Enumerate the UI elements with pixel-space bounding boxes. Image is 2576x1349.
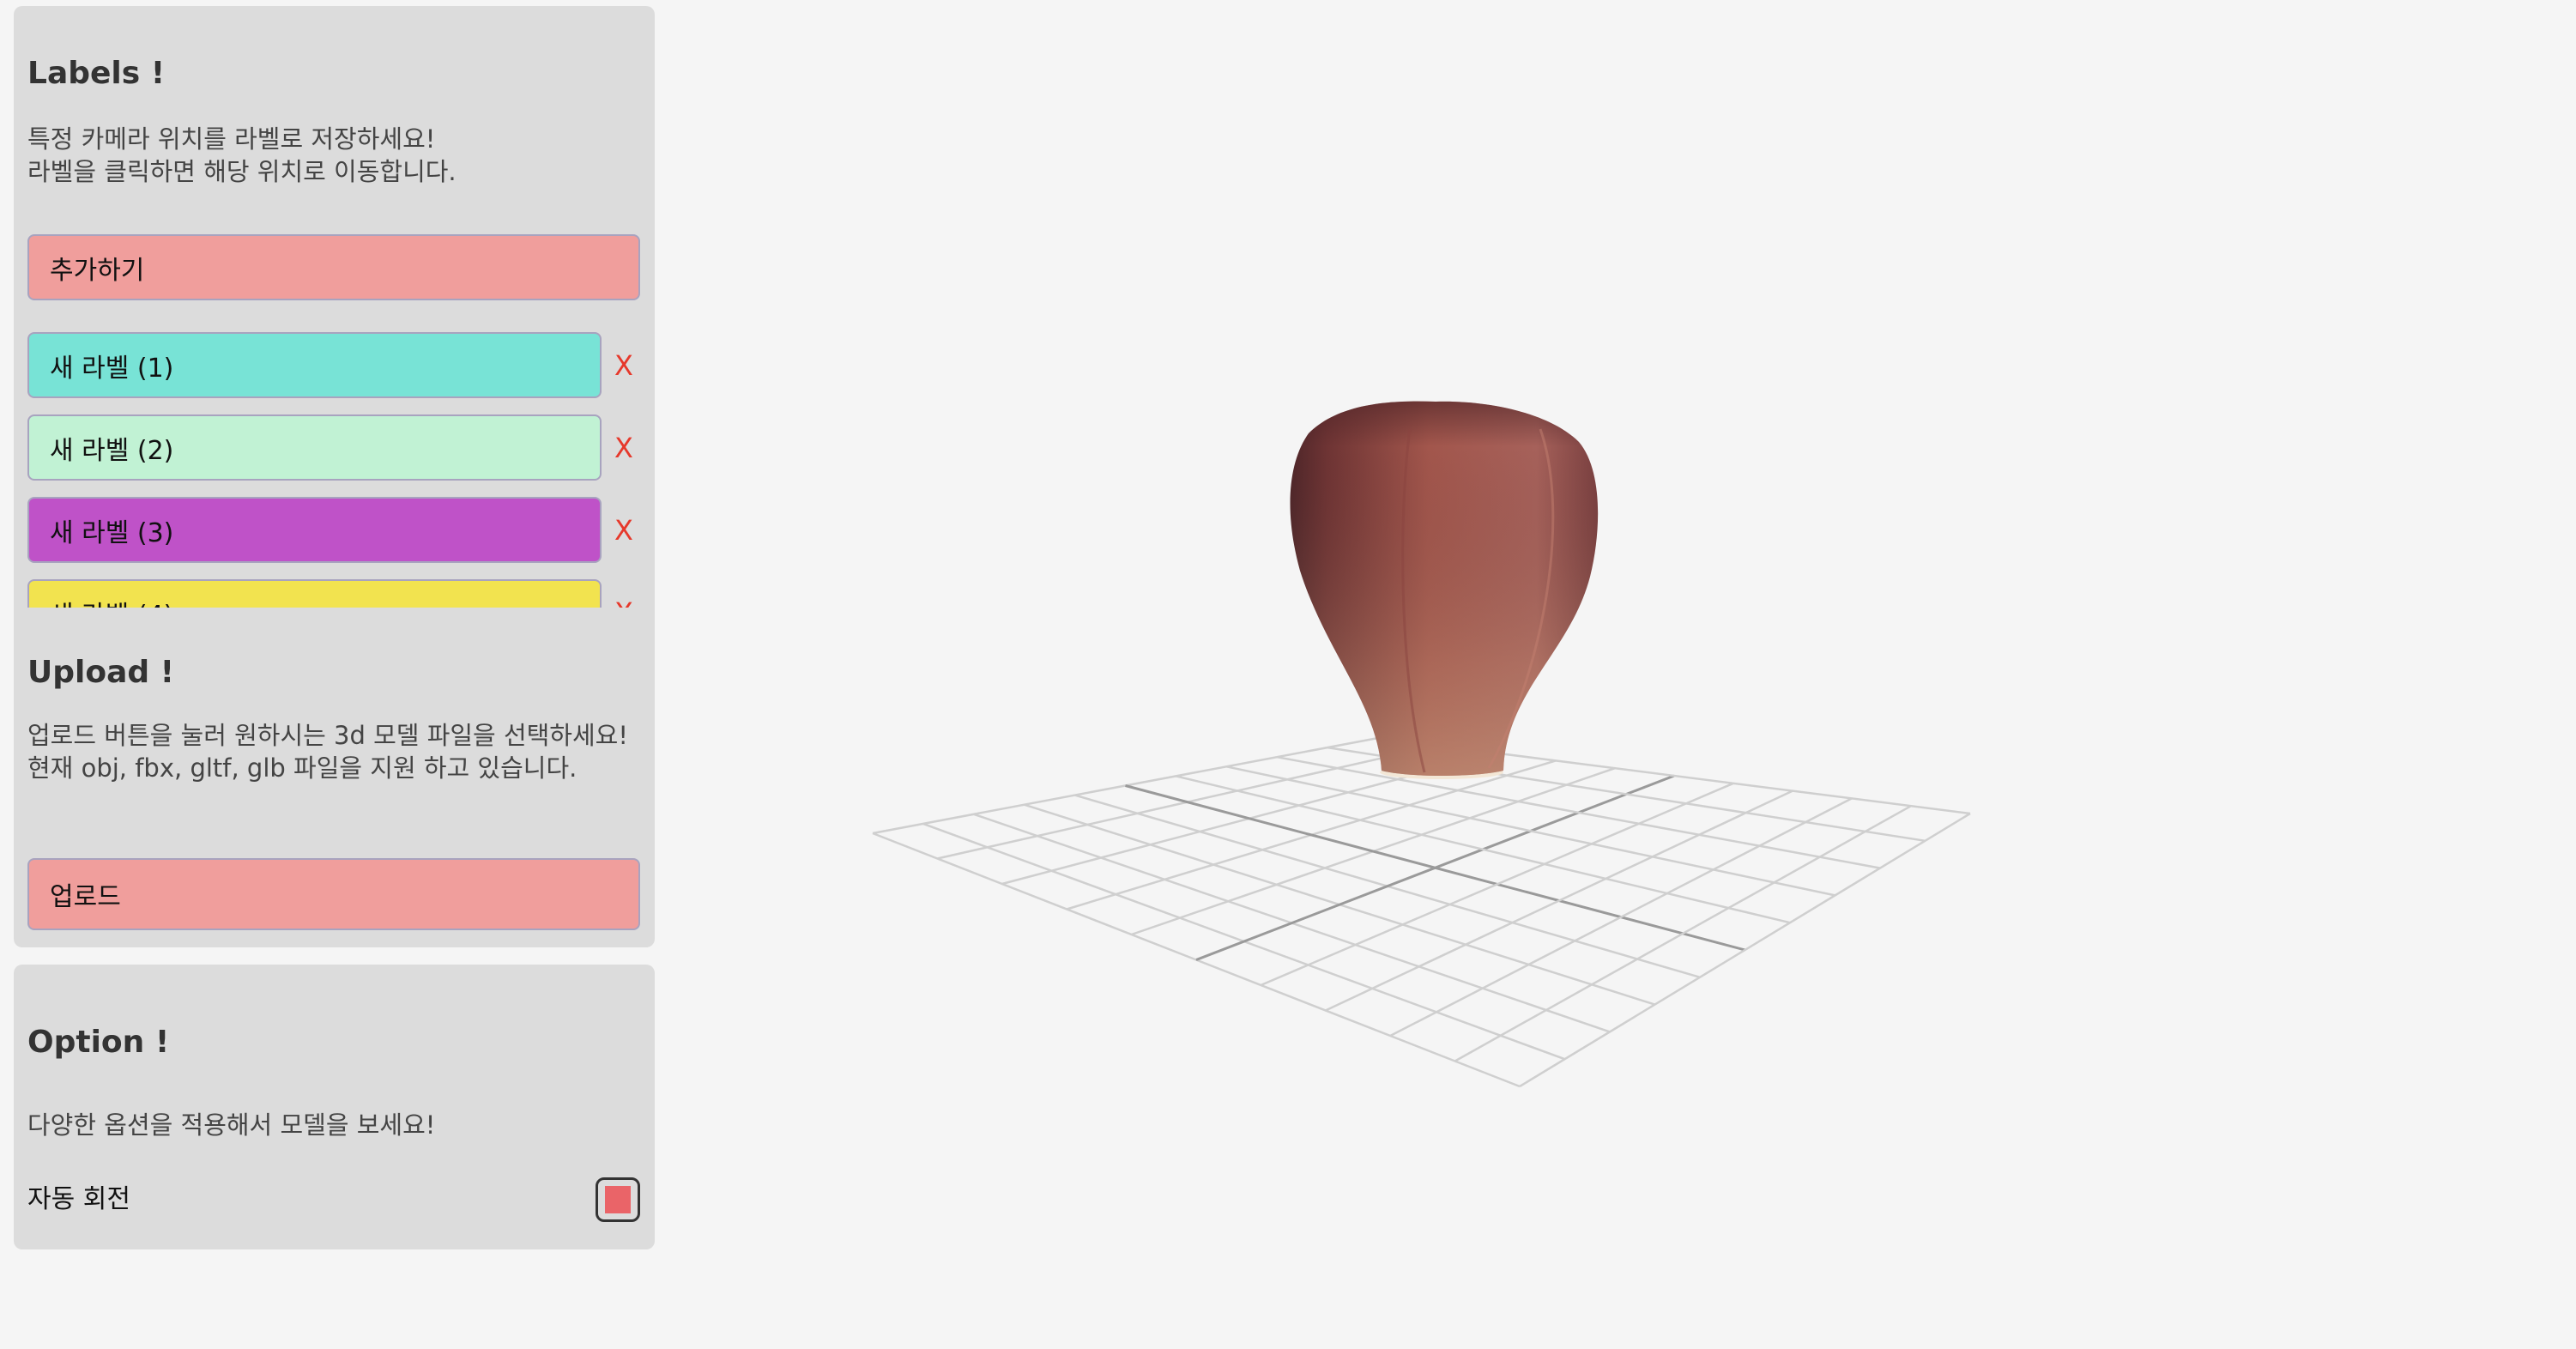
ground-grid (872, 736, 1971, 1088)
vase-model[interactable] (1290, 401, 1599, 779)
upload-panel: Upload ! 업로드 버튼을 눌러 원하시는 3d 모델 파일을 선택하세요… (14, 608, 655, 947)
auto-rotate-label: 자동 회전 (27, 1184, 130, 1214)
label-item-3[interactable]: 새 라벨 (3) (27, 497, 602, 563)
labels-panel: Labels ! 특정 카메라 위치를 라벨로 저장하세요! 라벨을 클릭하면 … (14, 6, 655, 661)
grid-line (1195, 774, 1675, 961)
upload-description: 업로드 버튼을 눌러 원하시는 3d 모델 파일을 선택하세요! 현재 obj,… (27, 721, 628, 783)
checkbox-checked-mark (605, 1186, 631, 1213)
grid-line (1389, 797, 1853, 1037)
label-item-1[interactable]: 새 라벨 (1) (27, 332, 602, 398)
labels-description: 특정 카메라 위치를 라벨로 저장하세요! 라벨을 클릭하면 해당 위치로 이동… (27, 124, 457, 186)
option-title: Option ! (27, 1025, 170, 1060)
label-item-2[interactable]: 새 라벨 (2) (27, 414, 602, 481)
grid-line (1454, 805, 1912, 1062)
delete-label-1-button[interactable]: X (614, 332, 633, 398)
delete-label-2-button[interactable]: X (614, 414, 633, 481)
option-description: 다양한 옵션을 적용해서 모델을 보세요! (27, 1110, 436, 1140)
auto-rotate-checkbox[interactable] (596, 1177, 640, 1222)
add-label-button[interactable]: 추가하기 (27, 234, 640, 300)
grid-line (1276, 755, 1881, 869)
option-panel: Option ! 다양한 옵션을 적용해서 모델을 보세요! 자동 회전 (14, 965, 655, 1249)
labels-title: Labels ! (27, 56, 166, 91)
grid-line (1325, 789, 1793, 1012)
upload-title: Upload ! (27, 655, 175, 690)
upload-button[interactable]: 업로드 (27, 858, 640, 930)
grid-line (1226, 765, 1835, 897)
delete-label-3-button[interactable]: X (614, 497, 633, 563)
